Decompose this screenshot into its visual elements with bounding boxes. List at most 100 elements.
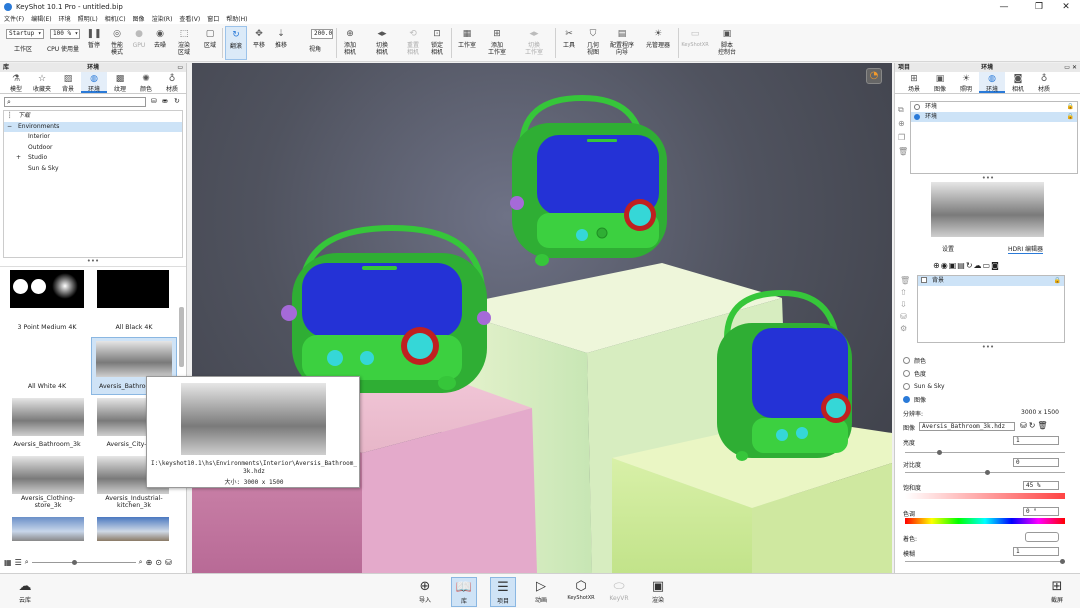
brightness-slider[interactable] — [905, 450, 1065, 455]
camera-icon[interactable]: ◙ — [991, 261, 1000, 270]
tab-models[interactable]: ⚗ 模型 — [3, 72, 29, 93]
saturation-input[interactable]: 45 % — [1023, 481, 1059, 490]
keyshotxr-button[interactable]: ▭ KeyShotXR — [681, 26, 708, 60]
tree-item-environments[interactable]: − Environments — [4, 121, 182, 133]
thumb-outdoor-2[interactable] — [97, 517, 169, 541]
gpu-button[interactable]: ● GPU — [130, 26, 148, 60]
tab-colors[interactable]: ✺ 颜色 — [133, 72, 159, 93]
contrast-slider[interactable] — [905, 470, 1065, 475]
splitter-handle[interactable]: ••• — [0, 258, 186, 266]
splitter-handle[interactable]: ••• — [895, 344, 1080, 351]
light-manager-button[interactable]: ☀ 光管理器 — [642, 26, 674, 60]
maximize-button[interactable]: ❐ — [1025, 0, 1053, 13]
dolly-button[interactable]: ⇣ 推移 — [271, 26, 291, 60]
add-image-icon[interactable]: ▣ — [949, 261, 958, 270]
thumb-3-point-medium[interactable] — [10, 270, 84, 308]
tab-environments[interactable]: ◍ 环境 — [81, 72, 107, 93]
menu-window[interactable]: 窗口 — [207, 14, 219, 23]
menu-help[interactable]: 帮助(H) — [226, 14, 247, 23]
delete-icon[interactable]: 🗑 — [1037, 421, 1049, 430]
fov-button[interactable]: 视角 — [305, 26, 325, 60]
undock-icon[interactable]: ▭ ✕ — [1064, 63, 1077, 72]
tab-materials[interactable]: ♁ 材质 — [159, 72, 185, 93]
add-light-icon[interactable]: ◉ — [941, 261, 949, 270]
library-button[interactable]: 📖 库 — [451, 577, 477, 607]
move-down-icon[interactable]: ⇩ — [900, 299, 910, 311]
upload-icon[interactable]: ⊙ — [155, 558, 162, 567]
render-status-icon[interactable]: ◔ — [866, 68, 882, 84]
thumb-aversis-clothing-store[interactable] — [12, 456, 84, 494]
minimize-button[interactable]: — — [990, 0, 1018, 13]
undock-icon[interactable]: ▭ — [177, 63, 183, 72]
splitter-handle[interactable]: ••• — [895, 175, 1080, 182]
list-view-icon[interactable]: ☰ — [15, 558, 22, 567]
tab-material[interactable]: ♁ 材质 — [1031, 72, 1057, 93]
reset-camera-button[interactable]: ⟲ 重置 相机 — [403, 26, 423, 60]
cpu-usage-button[interactable]: CPU 使用量 — [44, 26, 82, 60]
menu-render[interactable]: 渲染(R) — [152, 14, 173, 23]
tree-item-sun-sky[interactable]: Sun & Sky — [4, 164, 182, 175]
tree-item-outdoor[interactable]: Outdoor — [4, 143, 182, 154]
radio-sun-sky[interactable]: Sun & Sky — [903, 380, 1073, 393]
checkbox-icon[interactable] — [921, 277, 927, 283]
thumb-all-black[interactable] — [97, 270, 169, 308]
refresh-icon[interactable]: ↻ — [966, 261, 974, 270]
keyvr-button[interactable]: ⬭ KeyVR — [606, 577, 632, 607]
configurator-wizard-button[interactable]: ▤ 配置程序 向导 — [607, 26, 637, 60]
collapse-icon[interactable]: − — [7, 122, 12, 133]
add-icon[interactable]: ⊕ — [146, 558, 153, 567]
tint-color-swatch[interactable] — [1025, 532, 1059, 542]
close-button[interactable]: ✕ — [1052, 0, 1080, 13]
studio-button[interactable]: ▦ 工作室 — [455, 26, 479, 60]
thumbnail-size-slider[interactable] — [31, 559, 136, 565]
slider-knob[interactable] — [985, 470, 990, 475]
tree-item-studio[interactable]: + Studio — [4, 153, 182, 164]
add-camera-button[interactable]: ⊕ 添加 相机 — [340, 26, 360, 60]
menu-lighting[interactable]: 照明(L) — [78, 14, 98, 23]
add-pin-icon[interactable]: ⊕ — [933, 261, 941, 270]
add-studio-button[interactable]: ⊞ 添加 工作室 — [486, 26, 508, 60]
tab-lighting[interactable]: ☀ 照明 — [953, 72, 979, 93]
animation-button[interactable]: ▷ 动画 — [528, 577, 554, 607]
thumb-aversis-bathroom[interactable] — [12, 398, 84, 436]
tab-backgrounds[interactable]: ▨ 背景 — [55, 72, 81, 93]
folder-icon[interactable]: ⛁ — [900, 311, 910, 323]
tab-textures[interactable]: ▩ 纹理 — [107, 72, 133, 93]
thumb-outdoor-1[interactable] — [12, 517, 84, 541]
performance-mode-button[interactable]: ◎ 性能 模式 — [106, 26, 128, 60]
switch-studio-button[interactable]: ◂▸ 切换 工作室 — [522, 26, 546, 60]
tools-button[interactable]: ✂ 工具 — [559, 26, 579, 60]
tree-item-downloads[interactable]: ┊ 下载 — [4, 111, 182, 122]
image-file-field[interactable]: Aversis_Bathroom_3k.hdz — [919, 422, 1015, 431]
denoise-button[interactable]: ◉ 去噪 — [150, 26, 170, 60]
monitor-icon[interactable]: ▭ — [983, 261, 992, 270]
pan-button[interactable]: ✥ 平移 — [249, 26, 269, 60]
menu-camera[interactable]: 相机(C) — [105, 14, 126, 23]
layer-item-selected[interactable]: 背景 🔒 — [918, 276, 1064, 286]
tab-hdri-editor[interactable]: HDRI 编辑器 — [1008, 244, 1043, 254]
pause-button[interactable]: ❚❚ 暂停 — [84, 26, 104, 60]
tab-scene[interactable]: ⊞ 场景 — [901, 72, 927, 93]
tumble-button[interactable]: ↻ 翻滚 — [225, 26, 247, 60]
menu-edit[interactable]: 编辑(E) — [31, 14, 51, 23]
menu-environment[interactable]: 环境 — [59, 14, 71, 23]
menu-view[interactable]: 查看(V) — [179, 14, 200, 23]
radio-gradient[interactable]: 色度 — [903, 367, 1073, 380]
hue-slider[interactable] — [905, 518, 1065, 524]
render-button[interactable]: ▣ 渲染 — [645, 577, 671, 607]
tab-camera[interactable]: ◙ 相机 — [1005, 72, 1031, 93]
region-button[interactable]: ▢ 区域 — [200, 26, 220, 60]
add-icon[interactable]: ⊕ — [898, 117, 908, 131]
delete-icon[interactable]: 🗑 — [898, 145, 908, 159]
duplicate-icon[interactable]: ⧉ — [898, 103, 908, 117]
lock-icon[interactable]: 🔒 — [1054, 276, 1061, 286]
environment-list-item-selected[interactable]: 环境 🔒 — [911, 112, 1077, 122]
lock-icon[interactable]: 🔒 — [1067, 112, 1074, 122]
script-console-button[interactable]: ▣ 脚本 控制台 — [714, 26, 740, 60]
refresh-icon[interactable]: ↻ — [174, 97, 180, 105]
blur-slider[interactable] — [905, 559, 1065, 564]
expand-icon[interactable]: + — [16, 153, 21, 164]
folder-icon[interactable]: ⛁ — [151, 97, 157, 105]
search-input[interactable]: ⌕ — [4, 97, 146, 107]
hue-input[interactable]: 0 ° — [1023, 507, 1059, 516]
